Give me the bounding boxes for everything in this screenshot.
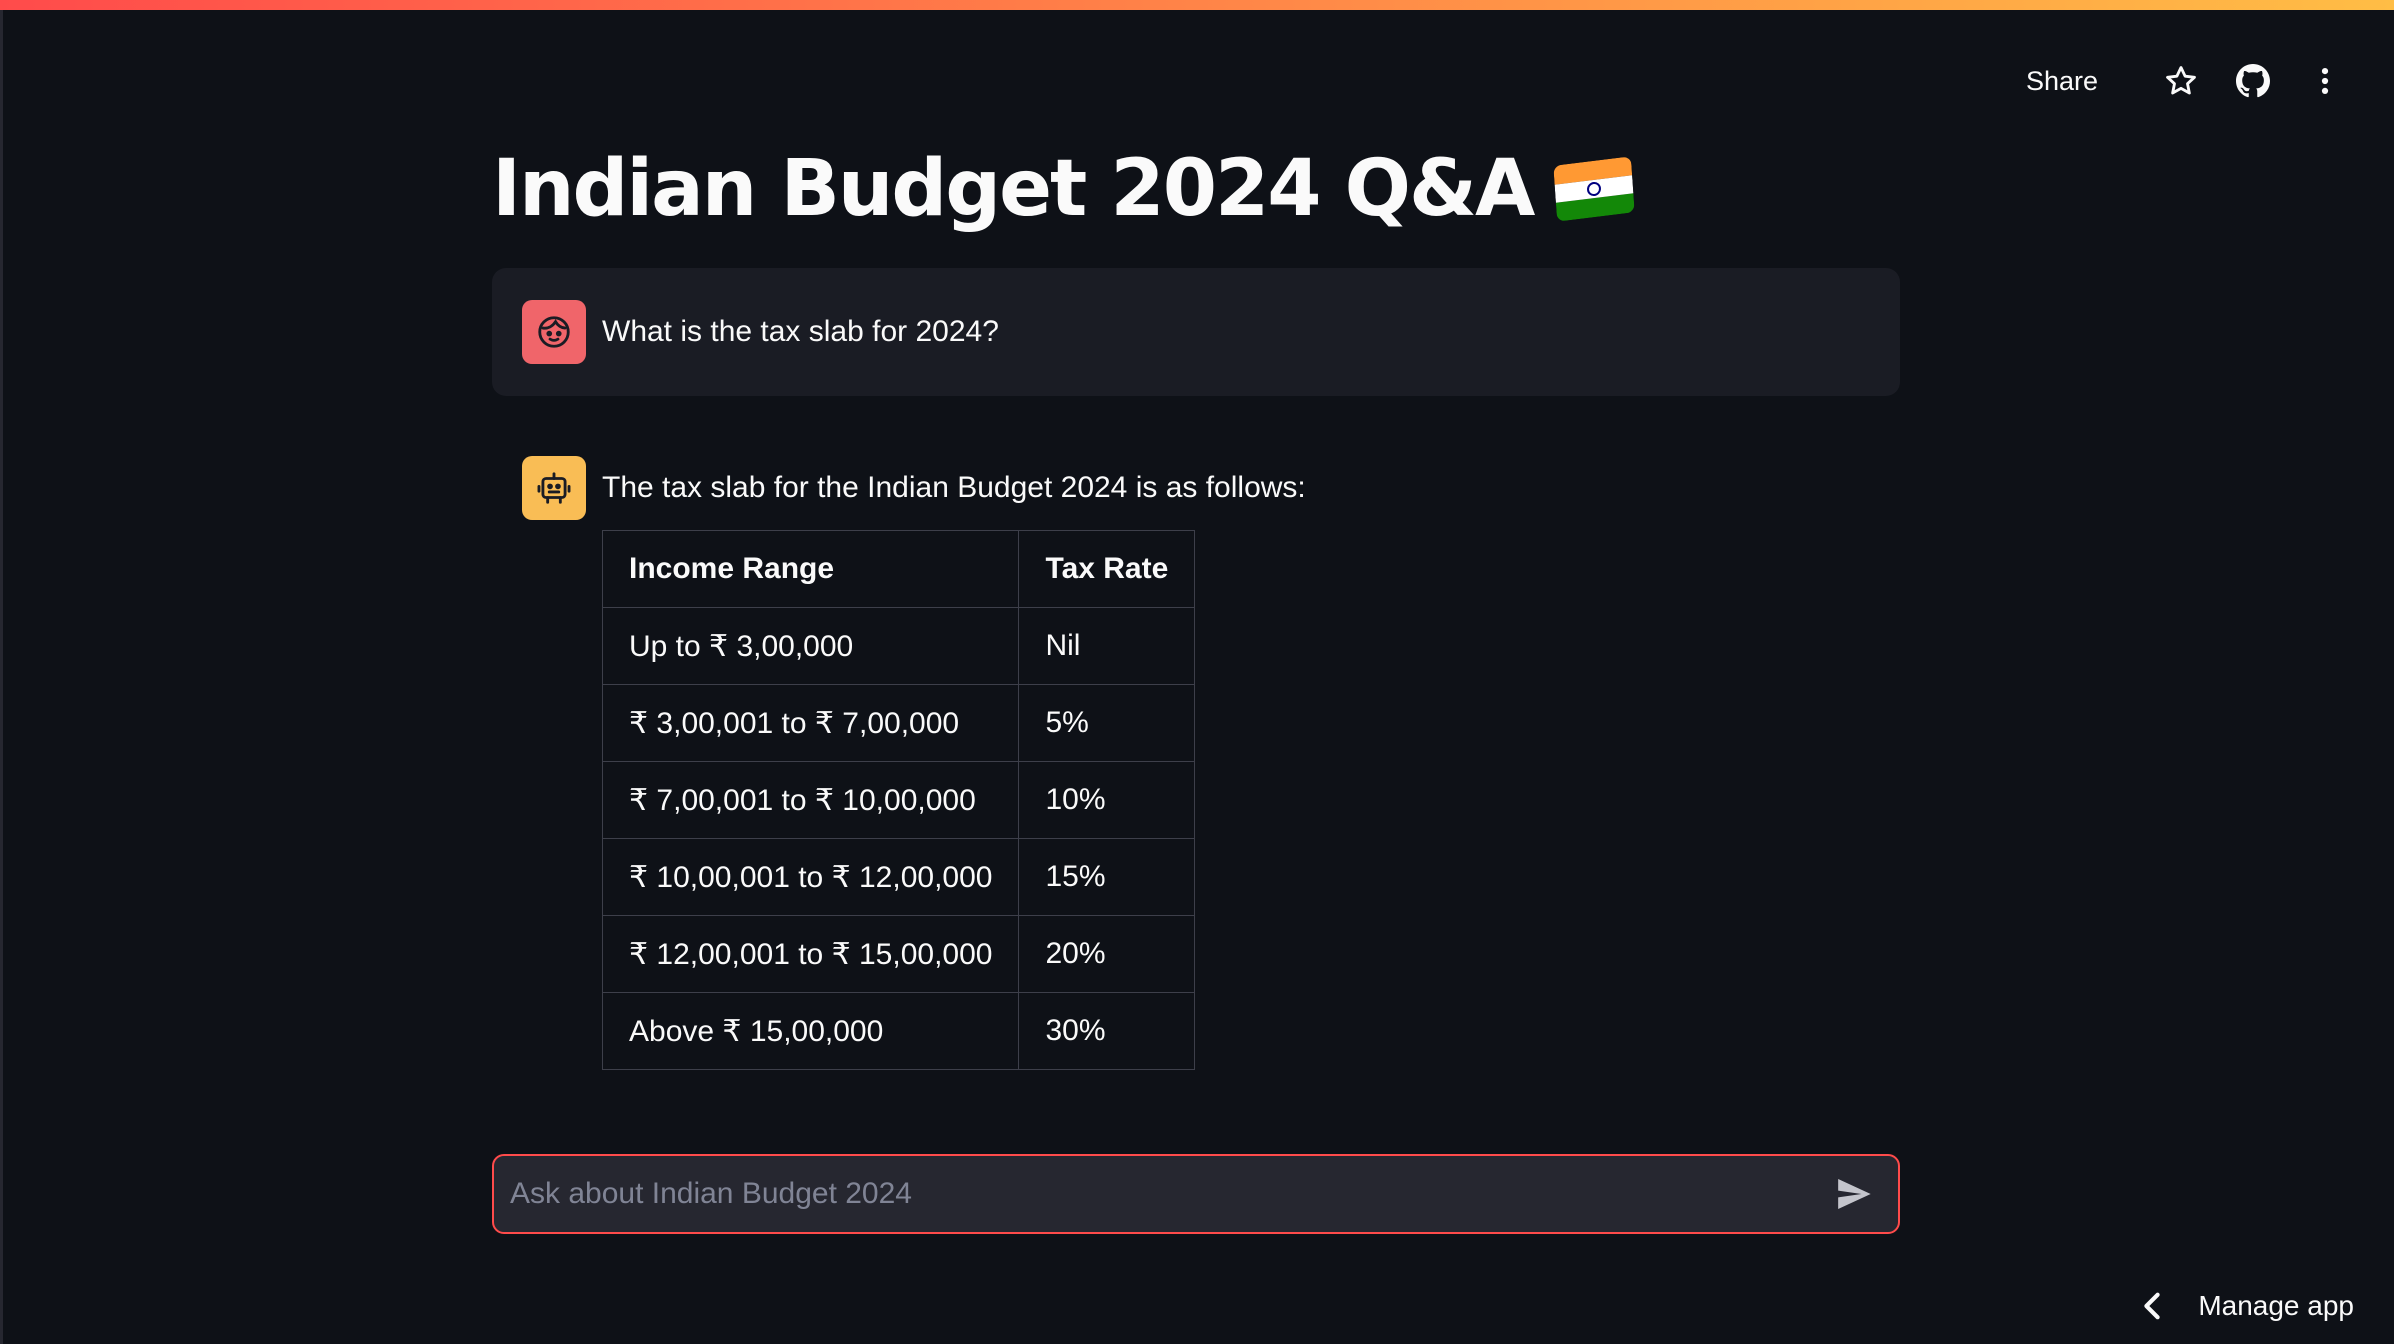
- table-row: Above ₹ 15,00,000 30%: [601, 992, 1196, 1070]
- income-range-cell: ₹ 10,00,001 to ₹ 12,00,000: [601, 838, 1020, 916]
- tax-rate-cell: Nil: [1018, 607, 1196, 685]
- robot-icon: [522, 456, 586, 520]
- send-icon[interactable]: [1824, 1164, 1884, 1224]
- chat-input-container: [492, 1154, 1900, 1234]
- tax-rate-cell: 15%: [1018, 838, 1196, 916]
- assistant-message-text: The tax slab for the Indian Budget 2024 …: [602, 471, 1306, 504]
- tax-rate-cell: 10%: [1018, 761, 1196, 839]
- column-header-tax-rate: Tax Rate: [1018, 530, 1196, 608]
- chevron-left-icon: [2140, 1291, 2164, 1321]
- income-range-cell: Above ₹ 15,00,000: [601, 992, 1020, 1070]
- tax-rate-cell: 5%: [1018, 684, 1196, 762]
- manage-app-label: Manage app: [2198, 1290, 2354, 1321]
- assistant-message-body: The tax slab for the Indian Budget 2024 …: [601, 456, 1306, 1070]
- chat-input[interactable]: [494, 1156, 1824, 1232]
- github-icon[interactable]: [2228, 56, 2278, 106]
- table-row: ₹ 7,00,001 to ₹ 10,00,000 10%: [601, 761, 1196, 839]
- share-button[interactable]: Share: [2012, 60, 2112, 103]
- user-message-text: What is the tax slab for 2024?: [602, 315, 999, 348]
- tax-slab-table: Income Range Tax Rate Up to ₹ 3,00,000 N…: [601, 530, 1196, 1070]
- decoration-bar: [0, 0, 2394, 10]
- page-title: Indian Budget 2024 Q&A: [492, 130, 1900, 248]
- user-face-icon: [522, 300, 586, 364]
- column-header-income-range: Income Range: [601, 530, 1020, 608]
- more-vertical-icon[interactable]: [2300, 56, 2350, 106]
- user-message-body: What is the tax slab for 2024?: [602, 300, 999, 350]
- income-range-cell: ₹ 12,00,001 to ₹ 15,00,000: [601, 915, 1020, 993]
- user-message: What is the tax slab for 2024?: [492, 268, 1900, 396]
- page-title-text: Indian Budget 2024 Q&A: [492, 144, 1535, 234]
- assistant-message: The tax slab for the Indian Budget 2024 …: [492, 426, 1900, 1100]
- table-row: ₹ 12,00,001 to ₹ 15,00,000 20%: [601, 915, 1196, 993]
- header-toolbar: Share: [2012, 56, 2350, 106]
- table-row: Up to ₹ 3,00,000 Nil: [601, 607, 1196, 685]
- income-range-cell: ₹ 3,00,001 to ₹ 7,00,000: [601, 684, 1020, 762]
- india-flag-icon: [1553, 156, 1636, 222]
- table-row: ₹ 3,00,001 to ₹ 7,00,000 5%: [601, 684, 1196, 762]
- income-range-cell: ₹ 7,00,001 to ₹ 10,00,000: [601, 761, 1020, 839]
- table-header-row: Income Range Tax Rate: [601, 530, 1196, 608]
- tax-rate-cell: 20%: [1018, 915, 1196, 993]
- main-content: Indian Budget 2024 Q&A What is the tax s…: [492, 130, 1900, 1100]
- manage-app-button[interactable]: Manage app: [2140, 1290, 2354, 1322]
- tax-rate-cell: 30%: [1018, 992, 1196, 1070]
- star-icon[interactable]: [2156, 56, 2206, 106]
- sidebar-edge: [0, 10, 3, 1344]
- app-root: Share Indian Budget 2024 Q&A What is the…: [0, 0, 2394, 1344]
- income-range-cell: Up to ₹ 3,00,000: [601, 607, 1020, 685]
- table-row: ₹ 10,00,001 to ₹ 12,00,000 15%: [601, 838, 1196, 916]
